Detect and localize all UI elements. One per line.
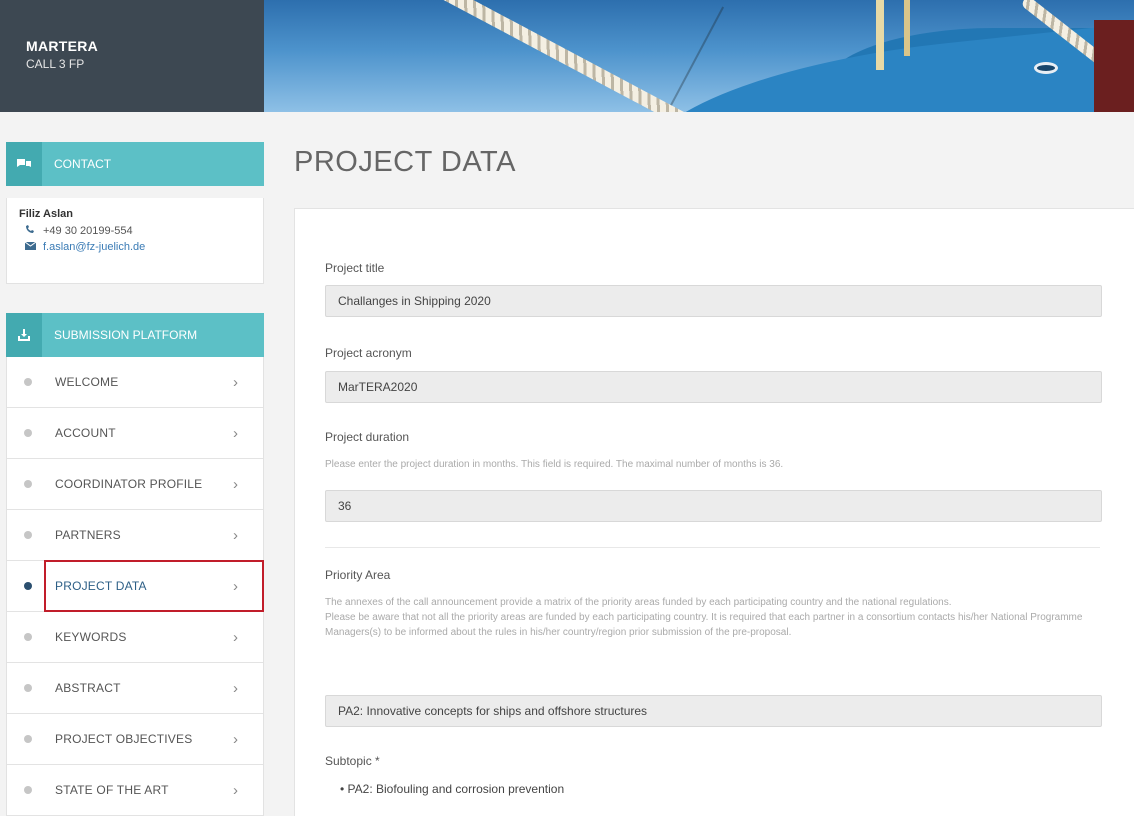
brand-subtitle: CALL 3 FP [26, 57, 85, 71]
chat-bubbles-icon [6, 142, 42, 186]
menu-item-account[interactable]: ACCOUNT › [7, 408, 263, 459]
menu-item-label: COORDINATOR PROFILE [55, 477, 203, 491]
subtopic-label: Subtopic * [325, 754, 380, 768]
subtopic-list-item: • PA2: Biofouling and corrosion preventi… [340, 782, 564, 796]
chevron-right-icon: › [233, 424, 238, 442]
priority-help-paragraph-2: Please be aware that not all the priorit… [325, 612, 1083, 638]
status-dot [24, 633, 32, 641]
bullet-icon: • [340, 782, 348, 796]
contact-name: Filiz Aslan [19, 208, 73, 220]
contact-details: Filiz Aslan +49 30 20199-554 f.aslan@fz-… [6, 198, 264, 284]
section-divider [325, 547, 1100, 548]
chevron-right-icon: › [233, 781, 238, 799]
priority-area-select[interactable]: PA2: Innovative concepts for ships and o… [325, 695, 1102, 727]
priority-area-label: Priority Area [325, 568, 391, 582]
menu-item-label: ABSTRACT [55, 681, 121, 695]
contact-phone: +49 30 20199-554 [43, 224, 133, 237]
contact-email-link[interactable]: f.aslan@fz-juelich.de [43, 241, 145, 253]
submission-header: SUBMISSION PLATFORM [6, 313, 264, 357]
phone-icon [25, 224, 39, 237]
chevron-right-icon: › [233, 628, 238, 646]
menu-item-label: STATE OF THE ART [55, 783, 169, 797]
status-dot [24, 429, 32, 437]
priority-area-help: The annexes of the call announcement pro… [325, 595, 1095, 640]
priority-help-paragraph-1: The annexes of the call announcement pro… [325, 597, 952, 608]
menu-item-project-data[interactable]: PROJECT DATA › [7, 561, 263, 612]
chevron-right-icon: › [233, 526, 238, 544]
brand-name: MARTERA [26, 38, 99, 54]
header-banner-image [264, 0, 1134, 112]
project-title-field[interactable]: Challanges in Shipping 2020 [325, 285, 1102, 317]
status-dot [24, 735, 32, 743]
brand-block[interactable]: MARTERA CALL 3 FP [0, 0, 264, 112]
menu-item-state-of-the-art[interactable]: STATE OF THE ART › [7, 765, 263, 816]
project-duration-label: Project duration [325, 430, 410, 444]
project-duration-field[interactable]: 36 [325, 490, 1102, 522]
status-dot [24, 480, 32, 488]
menu-item-label: PROJECT OBJECTIVES [55, 732, 193, 746]
menu-item-label: ACCOUNT [55, 426, 116, 440]
menu-item-label: WELCOME [55, 375, 119, 389]
project-title-label: Project title [325, 261, 385, 275]
contact-header-label: CONTACT [54, 157, 112, 171]
subtopic-item-text: PA2: Biofouling and corrosion prevention [347, 782, 565, 796]
menu-item-keywords[interactable]: KEYWORDS › [7, 612, 263, 663]
menu-item-partners[interactable]: PARTNERS › [7, 510, 263, 561]
chevron-right-icon: › [233, 730, 238, 748]
header: MARTERA CALL 3 FP [0, 0, 1134, 112]
page-title: PROJECT DATA [294, 146, 516, 178]
menu-item-project-objectives[interactable]: PROJECT OBJECTIVES › [7, 714, 263, 765]
menu-item-label: KEYWORDS [55, 630, 127, 644]
project-acronym-field[interactable]: MarTERA2020 [325, 371, 1102, 403]
contact-header: CONTACT [6, 142, 264, 186]
project-acronym-label: Project acronym [325, 346, 412, 360]
status-dot [24, 378, 32, 386]
menu-item-label: PROJECT DATA [55, 579, 147, 593]
menu-item-coordinator-profile[interactable]: COORDINATOR PROFILE › [7, 459, 263, 510]
envelope-icon [24, 241, 39, 253]
chevron-right-icon: › [233, 475, 238, 493]
download-icon [6, 313, 42, 357]
chevron-right-icon: › [233, 679, 238, 697]
chevron-right-icon: › [233, 577, 238, 595]
chevron-right-icon: › [233, 373, 238, 391]
menu-item-label: PARTNERS [55, 528, 121, 542]
status-dot [24, 531, 32, 539]
submission-header-label: SUBMISSION PLATFORM [54, 328, 198, 342]
submission-menu: WELCOME › ACCOUNT › COORDINATOR PROFILE … [6, 357, 264, 816]
project-duration-help: Please enter the project duration in mon… [325, 459, 784, 470]
status-dot-active [24, 582, 32, 590]
status-dot [24, 684, 32, 692]
menu-item-abstract[interactable]: ABSTRACT › [7, 663, 263, 714]
status-dot [24, 786, 32, 794]
menu-item-welcome[interactable]: WELCOME › [7, 357, 263, 408]
